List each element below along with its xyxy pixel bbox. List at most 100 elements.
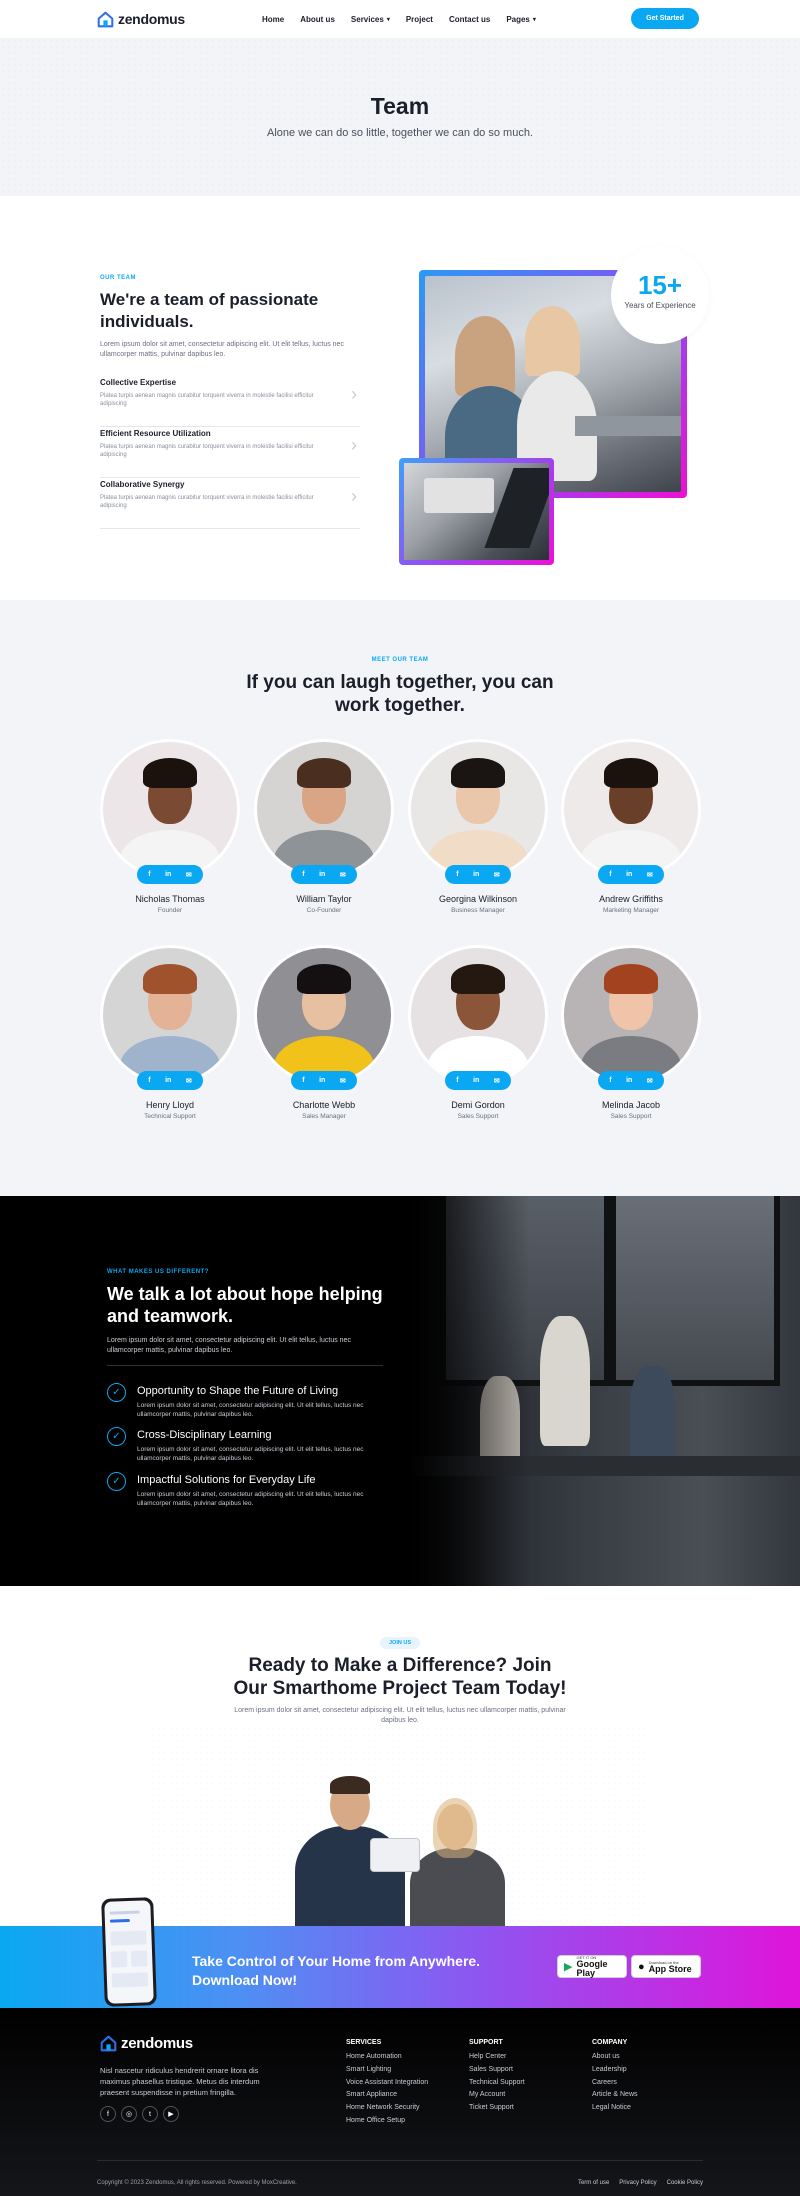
- logo[interactable]: zendomus: [97, 11, 185, 28]
- facebook-icon[interactable]: f: [148, 1077, 150, 1084]
- why-point-text: Lorem ipsum dolor sit amet, consectetur …: [137, 1402, 364, 1418]
- facebook-icon[interactable]: f: [302, 1077, 304, 1084]
- feature-item[interactable]: Collective Expertise Platea turpis aenea…: [100, 376, 360, 427]
- footer-link[interactable]: Home Office Setup: [346, 2115, 428, 2128]
- member-name: Charlotte Webb: [292, 1100, 356, 1110]
- screen-card: [110, 1930, 147, 1946]
- linkedin-icon[interactable]: in: [165, 1077, 171, 1084]
- about-lead: Lorem ipsum dolor sit amet, consectetur …: [100, 341, 344, 358]
- experience-caption: Years of Experience: [624, 301, 696, 310]
- get-started-button[interactable]: Get Started: [631, 8, 699, 29]
- linkedin-icon[interactable]: in: [473, 1077, 479, 1084]
- page-title: Team: [370, 93, 430, 119]
- footer-link[interactable]: Home Automation: [346, 2051, 428, 2064]
- footer-link[interactable]: Article & News: [592, 2089, 638, 2102]
- nav-label: Contact us: [448, 14, 491, 24]
- member-role: Founder: [157, 907, 183, 914]
- twitter-icon[interactable]: t: [142, 2106, 158, 2122]
- chevron-down-icon: ▾: [532, 16, 536, 23]
- nav-label: Services: [350, 14, 384, 24]
- legal-link-cookie[interactable]: Cookie Policy: [667, 2180, 703, 2186]
- hair-shape: [451, 964, 505, 994]
- mail-icon[interactable]: ✉: [494, 871, 500, 879]
- team-member-card: f in ✉ William Taylor Co-Founder: [254, 739, 394, 914]
- linkedin-icon[interactable]: in: [626, 1077, 632, 1084]
- mail-icon[interactable]: ✉: [647, 1077, 653, 1085]
- footer-logo[interactable]: zendomus: [100, 2035, 193, 2052]
- member-role: Marketing Manager: [603, 907, 659, 914]
- hair-shape: [330, 1776, 370, 1794]
- mail-icon[interactable]: ✉: [340, 871, 346, 879]
- facebook-icon[interactable]: f: [148, 871, 150, 878]
- nav-pages[interactable]: Pages ▾: [506, 15, 536, 24]
- youtube-icon[interactable]: ▶: [163, 2106, 179, 2122]
- team-member-card: f in ✉ Andrew Griffiths Marketing Manager: [561, 739, 701, 914]
- facebook-icon[interactable]: f: [609, 871, 611, 878]
- footer-link[interactable]: Ticket Support: [469, 2102, 525, 2115]
- member-role: Business Manager: [451, 907, 505, 914]
- nav-label: Project: [405, 14, 433, 24]
- page: zendomus Home About us Services ▾ Project…: [0, 0, 800, 2196]
- facebook-icon[interactable]: f: [609, 1077, 611, 1084]
- experience-badge: 15+ Years of Experience: [611, 246, 709, 344]
- person-shape: [540, 1316, 590, 1446]
- linkedin-icon[interactable]: in: [319, 871, 325, 878]
- nav-home[interactable]: Home: [262, 15, 284, 24]
- footer-link[interactable]: Technical Support: [469, 2077, 525, 2090]
- linkedin-icon[interactable]: in: [473, 871, 479, 878]
- mail-icon[interactable]: ✉: [186, 871, 192, 879]
- legal-link-terms[interactable]: Term of use: [578, 2180, 609, 2186]
- nav-about-us[interactable]: About us: [300, 15, 335, 24]
- footer-link[interactable]: Smart Lighting: [346, 2064, 428, 2077]
- linkedin-icon[interactable]: in: [165, 871, 171, 878]
- mail-icon[interactable]: ✉: [340, 1077, 346, 1085]
- footer-column-title: SUPPORT: [469, 2039, 503, 2046]
- feature-item[interactable]: Collaborative Synergy Platea turpis aene…: [100, 478, 360, 529]
- nav-services[interactable]: Services ▾: [351, 15, 390, 24]
- nav-project[interactable]: Project: [406, 15, 433, 24]
- avatar: [257, 948, 391, 1082]
- member-role: Technical Support: [144, 1113, 196, 1120]
- footer-link[interactable]: Home Network Security: [346, 2102, 428, 2115]
- footer-link[interactable]: Leadership: [592, 2064, 638, 2077]
- footer-link[interactable]: Legal Notice: [592, 2102, 638, 2115]
- mail-icon[interactable]: ✉: [647, 871, 653, 879]
- footer-link[interactable]: Sales Support: [469, 2064, 525, 2077]
- google-play-button[interactable]: ▶ GET IT ON Google Play: [557, 1955, 627, 1978]
- hair-shape: [143, 964, 197, 994]
- nav-label: Pages: [506, 14, 530, 24]
- footer-link[interactable]: My Account: [469, 2089, 525, 2102]
- linkedin-icon[interactable]: in: [626, 871, 632, 878]
- facebook-icon[interactable]: f: [100, 2106, 116, 2122]
- mail-icon[interactable]: ✉: [494, 1077, 500, 1085]
- footer-link[interactable]: Smart Appliance: [346, 2089, 428, 2102]
- feature-item[interactable]: Efficient Resource Utilization Platea tu…: [100, 427, 360, 478]
- avatar-ring: f in ✉: [254, 739, 394, 884]
- footer-link[interactable]: Voice Assistant Integration: [346, 2077, 428, 2090]
- check-circle-icon: ✓: [107, 1472, 126, 1491]
- social-links: f in ✉: [598, 865, 664, 884]
- linkedin-icon[interactable]: in: [319, 1077, 325, 1084]
- why-point-text: Lorem ipsum dolor sit amet, consectetur …: [137, 1446, 364, 1462]
- mail-icon[interactable]: ✉: [186, 1077, 192, 1085]
- facebook-icon[interactable]: f: [302, 871, 304, 878]
- nav-contact-us[interactable]: Contact us: [449, 15, 490, 24]
- footer-link[interactable]: Help Center: [469, 2051, 525, 2064]
- member-role: Sales Support: [457, 1113, 499, 1120]
- desk-shape: [575, 416, 681, 436]
- instagram-icon[interactable]: ◎: [121, 2106, 137, 2122]
- legal-link-privacy[interactable]: Privacy Policy: [619, 2180, 656, 2186]
- why-point: ✓ Opportunity to Shape the Future of Liv…: [107, 1383, 397, 1419]
- facebook-icon[interactable]: f: [456, 871, 458, 878]
- why-point-text: Lorem ipsum dolor sit amet, consectetur …: [137, 1491, 364, 1507]
- facebook-icon[interactable]: f: [456, 1077, 458, 1084]
- google-play-text: GET IT ON Google Play: [576, 1955, 620, 1978]
- apple-icon: ●: [638, 1960, 645, 1973]
- footer-link[interactable]: Careers: [592, 2077, 638, 2090]
- site-footer: zendomus Nisl nascetur ridiculus hendrer…: [0, 2008, 800, 2196]
- page-hero: Team Alone we can do so little, together…: [0, 38, 800, 196]
- social-links: f in ✉: [137, 865, 203, 884]
- app-store-button[interactable]: ● Download on the App Store: [631, 1955, 701, 1978]
- footer-link[interactable]: About us: [592, 2051, 638, 2064]
- nav-label: About us: [300, 14, 335, 24]
